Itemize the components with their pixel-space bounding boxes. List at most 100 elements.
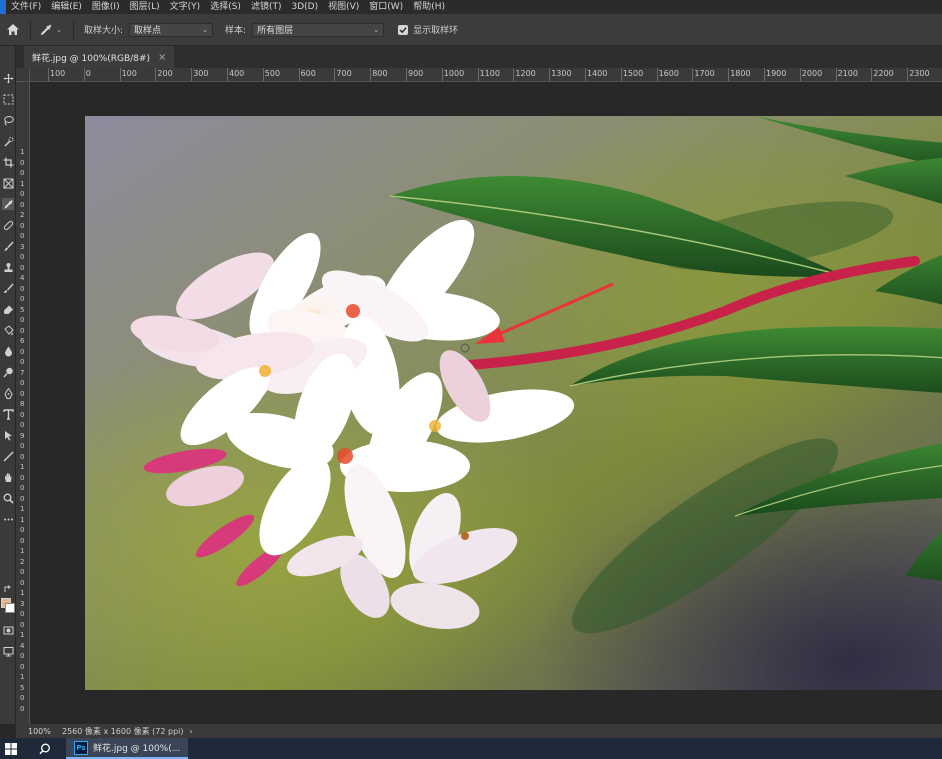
type-icon bbox=[2, 408, 14, 420]
document-tab[interactable]: 鲜花.jpg @ 100%(RGB/8#) × bbox=[24, 46, 175, 68]
menu-layer[interactable]: 图层(L) bbox=[125, 0, 165, 14]
ruler-label: 0 bbox=[20, 379, 25, 387]
hand-tool[interactable] bbox=[2, 471, 14, 483]
ruler-label: 7 bbox=[20, 368, 25, 377]
frame-icon bbox=[3, 178, 13, 188]
ruler-tick bbox=[513, 68, 515, 81]
menu-bar: 文件(F) 编辑(E) 图像(I) 图层(L) 文字(Y) 选择(S) 滤镜(T… bbox=[0, 0, 942, 14]
sample-size-select[interactable]: 取样点 ⌄ bbox=[129, 22, 214, 37]
ruler-tick bbox=[477, 68, 479, 81]
ruler-label: 1800 bbox=[730, 69, 751, 78]
lasso-icon bbox=[3, 115, 14, 125]
quick-mask-button[interactable] bbox=[2, 624, 14, 636]
options-separator bbox=[73, 19, 74, 40]
document-tab-title: 鲜花.jpg @ 100%(RGB/8#) bbox=[32, 53, 150, 64]
chevron-down-icon: ⌄ bbox=[373, 25, 380, 34]
ruler-label: 1900 bbox=[766, 69, 787, 78]
ruler-label: 1400 bbox=[587, 69, 608, 78]
history-brush-tool[interactable] bbox=[2, 282, 14, 294]
ruler-label: 0 bbox=[20, 694, 25, 702]
menu-image[interactable]: 图像(I) bbox=[87, 0, 125, 14]
healing-tool[interactable] bbox=[2, 219, 14, 231]
ruler-label: 0 bbox=[20, 253, 25, 261]
menu-edit[interactable]: 编辑(E) bbox=[46, 0, 87, 14]
ruler-label: 0 bbox=[20, 389, 25, 398]
eyedropper-tool[interactable] bbox=[2, 198, 14, 210]
ruler-label: 0 bbox=[20, 169, 25, 177]
ruler-tick bbox=[656, 68, 658, 81]
photo-canvas[interactable] bbox=[85, 116, 942, 690]
menu-help[interactable]: 帮助(H) bbox=[408, 0, 450, 14]
ruler-origin[interactable] bbox=[16, 68, 30, 82]
path-select-tool[interactable] bbox=[2, 429, 14, 441]
healing-icon bbox=[3, 220, 13, 230]
ruler-label: 2100 bbox=[837, 69, 858, 78]
menu-filter[interactable]: 滤镜(T) bbox=[246, 0, 287, 14]
type-tool[interactable] bbox=[2, 408, 14, 420]
ruler-label: 800 bbox=[372, 69, 388, 78]
menu-select[interactable]: 选择(S) bbox=[205, 0, 246, 14]
more-icon bbox=[3, 518, 13, 520]
ruler-label: 1 bbox=[20, 547, 25, 555]
pen-icon bbox=[3, 387, 13, 399]
blur-icon bbox=[4, 346, 12, 356]
search-icon bbox=[39, 743, 50, 754]
sample-select[interactable]: 所有图层 ⌄ bbox=[252, 22, 385, 37]
home-button[interactable] bbox=[2, 19, 24, 41]
ruler-label: 100 bbox=[121, 69, 137, 78]
ruler-label: 1 bbox=[20, 148, 25, 156]
menu-window[interactable]: 窗口(W) bbox=[364, 0, 408, 14]
tool-preset-picker[interactable]: ⌄ bbox=[39, 19, 69, 41]
line-tool[interactable] bbox=[2, 450, 14, 462]
show-sampling-ring-label: 显示取样环 bbox=[413, 26, 459, 36]
ruler-label: 4 bbox=[20, 641, 25, 650]
ruler-label: 1500 bbox=[622, 69, 644, 78]
close-icon[interactable]: × bbox=[158, 52, 166, 63]
swap-colors[interactable] bbox=[2, 584, 14, 594]
menu-file[interactable]: 文件(F) bbox=[6, 0, 46, 14]
zoom-level[interactable]: 100% bbox=[16, 727, 62, 736]
status-menu-arrow[interactable]: › bbox=[190, 727, 193, 736]
screen-mode-button[interactable] bbox=[2, 645, 14, 657]
canvas-workspace[interactable] bbox=[30, 82, 942, 724]
blur-tool[interactable] bbox=[2, 345, 14, 357]
dodge-tool[interactable] bbox=[2, 366, 14, 378]
zoom-tool[interactable] bbox=[2, 492, 14, 504]
quick-select-tool[interactable] bbox=[2, 135, 14, 147]
ruler-label: 1 bbox=[20, 463, 25, 471]
windows-taskbar: Ps 鲜花.jpg @ 100%(... bbox=[0, 738, 942, 759]
line-icon bbox=[3, 451, 13, 461]
menu-3d[interactable]: 3D(D) bbox=[286, 0, 323, 14]
move-tool[interactable] bbox=[2, 72, 14, 84]
background-color-swatch[interactable] bbox=[5, 603, 15, 613]
frame-tool[interactable] bbox=[2, 177, 14, 189]
more-tools[interactable] bbox=[2, 513, 14, 525]
brush-tool[interactable] bbox=[2, 240, 14, 252]
menu-type[interactable]: 文字(Y) bbox=[165, 0, 206, 14]
start-button[interactable] bbox=[0, 738, 22, 759]
pen-tool[interactable] bbox=[2, 387, 14, 399]
vertical-ruler[interactable]: 1 0 0 1 0 0 2 0 0 3 0 0 4 0 0 5 0 0 6 0 0 7 0 0 8 0 0 9 0 0 1 0 0 0 1 1 0 0 1 2… bbox=[16, 82, 30, 724]
ruler-label: 5 bbox=[20, 683, 25, 692]
marquee-tool[interactable] bbox=[2, 93, 14, 105]
options-bar: ⌄ 取样大小: 取样点 ⌄ 样本: 所有图层 ⌄ 显示取样环 bbox=[0, 14, 942, 46]
ruler-tick bbox=[549, 68, 551, 81]
crop-tool[interactable] bbox=[2, 156, 14, 168]
taskbar-search-button[interactable] bbox=[34, 738, 56, 759]
ruler-tick bbox=[191, 68, 193, 81]
lasso-tool[interactable] bbox=[2, 114, 14, 126]
ruler-label: 0 bbox=[20, 473, 25, 482]
stamp-tool[interactable] bbox=[2, 261, 14, 273]
ruler-tick bbox=[370, 68, 372, 81]
ruler-label: 0 bbox=[20, 326, 25, 335]
ruler-tick bbox=[835, 68, 837, 81]
eraser-tool[interactable] bbox=[2, 303, 14, 315]
taskbar-photoshop-app[interactable]: Ps 鲜花.jpg @ 100%(... bbox=[66, 738, 189, 759]
gradient-tool[interactable] bbox=[2, 324, 14, 336]
ruler-label: 0 bbox=[20, 421, 25, 429]
horizontal-ruler[interactable]: 100 0 100 200 300 400 500 600 700 800 900 1000 1100 1… bbox=[16, 68, 942, 82]
ruler-label: 0 bbox=[20, 221, 25, 230]
menu-view[interactable]: 视图(V) bbox=[323, 0, 364, 14]
show-sampling-ring-checkbox[interactable] bbox=[398, 24, 409, 35]
ruler-label: 0 bbox=[20, 200, 25, 209]
